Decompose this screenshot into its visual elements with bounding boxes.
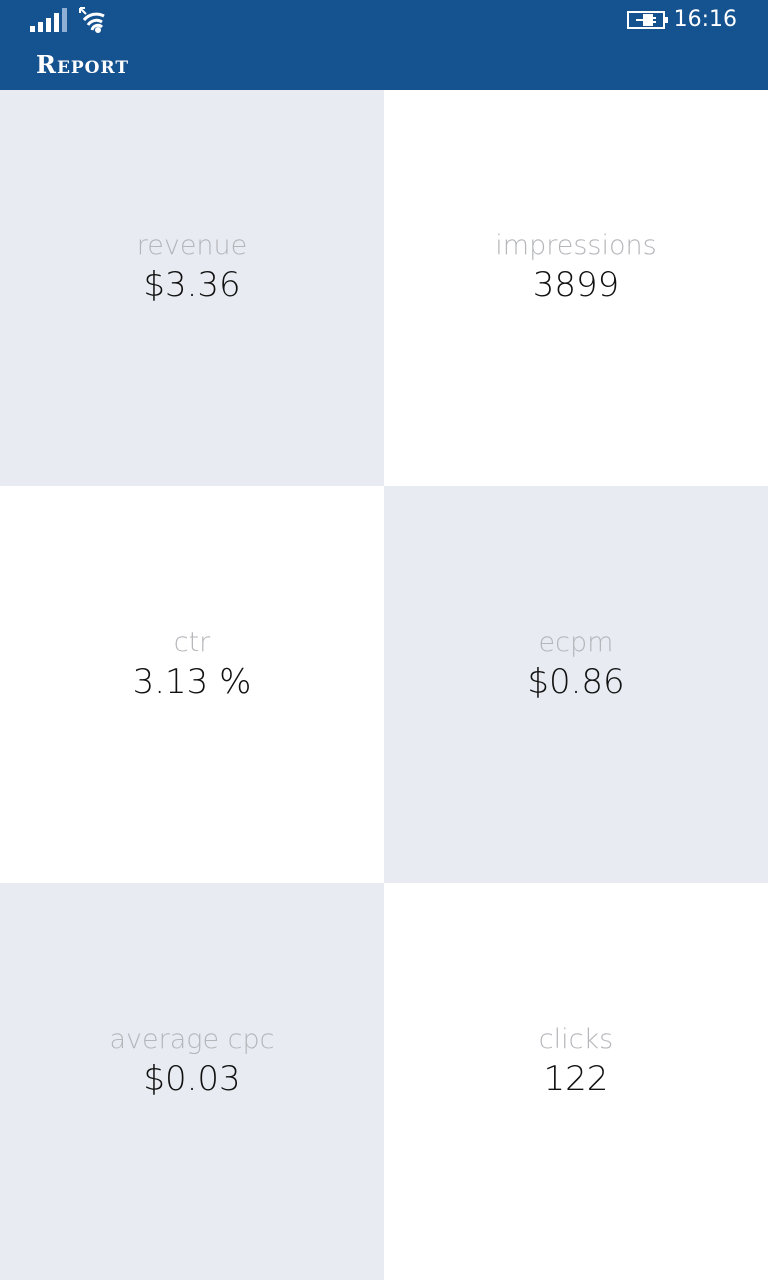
metric-value: 122 [543, 1058, 609, 1099]
metric-tile-impressions[interactable]: impressions 3899 [384, 90, 768, 486]
metrics-grid: revenue $3.36 impressions 3899 ctr 3.13 … [0, 90, 768, 1280]
app-header: 16:16 Report [0, 0, 768, 90]
metric-value: $0.03 [143, 1058, 241, 1099]
metric-tile-ctr[interactable]: ctr 3.13 % [0, 486, 384, 883]
status-clock: 16:16 [673, 7, 737, 32]
metric-label: impressions [495, 230, 657, 261]
metric-label: revenue [136, 230, 248, 261]
metric-value: $3.36 [143, 265, 241, 305]
metric-label: ecpm [538, 626, 614, 658]
battery-charging-icon [627, 11, 668, 29]
metric-tile-clicks[interactable]: clicks 122 [384, 883, 768, 1280]
metric-value: 3.13 % [132, 661, 252, 702]
metric-tile-average-cpc[interactable]: average cpc $0.03 [0, 883, 384, 1280]
metric-label: clicks [538, 1023, 614, 1055]
status-bar: 16:16 [0, 0, 768, 40]
metric-tile-ecpm[interactable]: ecpm $0.86 [384, 486, 768, 883]
metric-value: $0.86 [527, 661, 625, 702]
wifi-icon [79, 7, 105, 33]
signal-strength-icon [30, 8, 67, 32]
metric-value: 3899 [532, 265, 620, 305]
app-root: 16:16 Report revenue $3.36 impressions 3… [0, 0, 768, 1280]
metric-label: average cpc [109, 1023, 275, 1055]
page-title: Report [36, 50, 129, 79]
metric-tile-revenue[interactable]: revenue $3.36 [0, 90, 384, 486]
metric-label: ctr [173, 626, 211, 658]
